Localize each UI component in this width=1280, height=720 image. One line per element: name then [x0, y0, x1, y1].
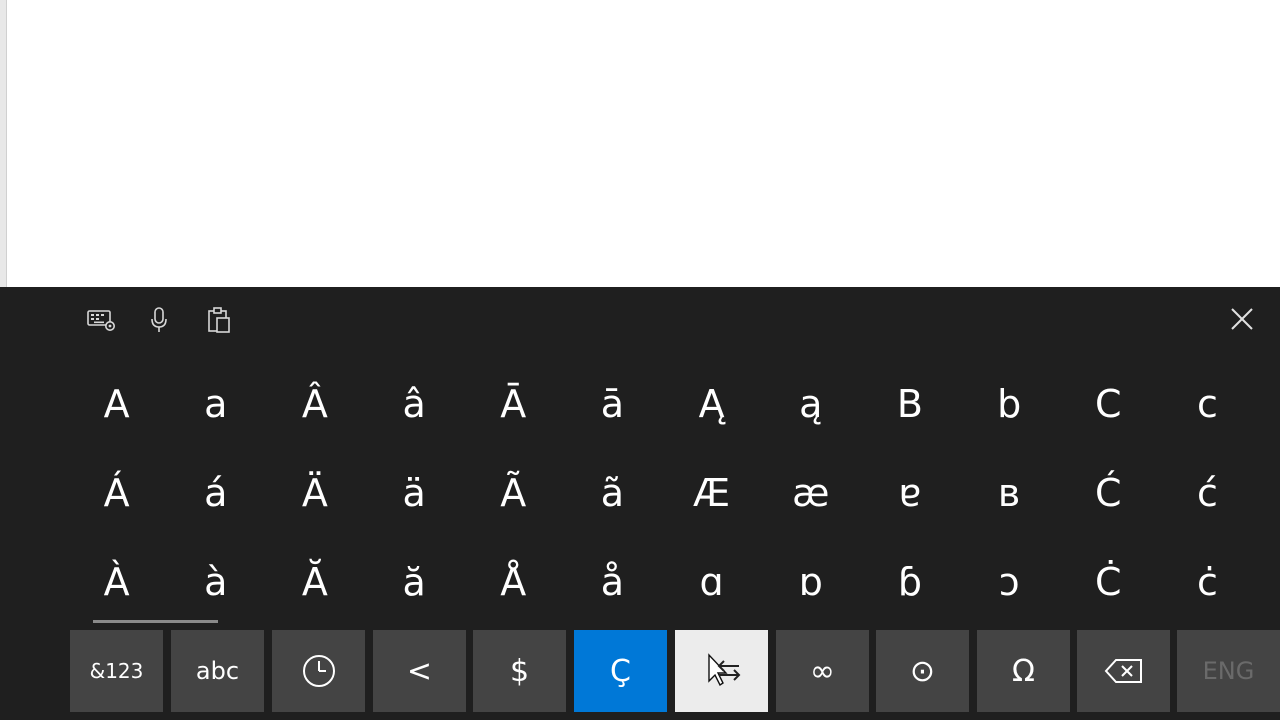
clock-icon — [302, 655, 335, 687]
char-key[interactable]: Ć — [1059, 448, 1158, 537]
circle-dot-key[interactable]: ⊙ — [876, 630, 969, 712]
char-key[interactable]: ą — [761, 359, 860, 448]
char-key[interactable]: Â — [265, 359, 364, 448]
keyboard-settings-icon[interactable] — [84, 305, 118, 335]
character-grid: A a Â â Ā ā Ą ą B b C c Á á Ä ä Ã ã Æ æ … — [67, 359, 1257, 625]
char-key[interactable]: Å — [464, 537, 563, 626]
char-key[interactable]: À — [67, 537, 166, 626]
char-key[interactable]: a — [166, 359, 265, 448]
close-icon — [1231, 308, 1253, 330]
char-key[interactable]: Ą — [662, 359, 761, 448]
dollar-key[interactable]: $ — [473, 630, 566, 712]
window-edge — [0, 0, 7, 287]
char-key[interactable]: ɑ — [662, 537, 761, 626]
char-key[interactable]: Ã — [464, 448, 563, 537]
page-indicator — [93, 620, 218, 623]
touch-keyboard: A a Â â Ā ā Ą ą B b C c Á á Ä ä Ã ã Æ æ … — [0, 287, 1280, 720]
microphone-icon[interactable] — [142, 305, 176, 335]
char-key[interactable]: Ä — [265, 448, 364, 537]
char-key[interactable]: â — [365, 359, 464, 448]
char-key[interactable]: ă — [365, 537, 464, 626]
char-key[interactable]: c — [1158, 359, 1257, 448]
clipboard-icon[interactable] — [202, 305, 236, 335]
char-key[interactable]: Ċ — [1059, 537, 1158, 626]
less-than-key[interactable]: < — [373, 630, 466, 712]
char-key[interactable]: ɔ — [960, 537, 1059, 626]
char-key[interactable]: b — [960, 359, 1059, 448]
char-key[interactable]: ċ — [1158, 537, 1257, 626]
language-key[interactable]: ENG — [1177, 630, 1280, 712]
close-keyboard-button[interactable] — [1226, 303, 1258, 335]
char-key[interactable]: Ā — [464, 359, 563, 448]
char-key[interactable]: ā — [563, 359, 662, 448]
numbers-key[interactable]: &123 — [70, 630, 163, 712]
char-key[interactable]: æ — [761, 448, 860, 537]
char-key[interactable]: B — [860, 359, 959, 448]
char-key[interactable]: Æ — [662, 448, 761, 537]
char-key[interactable]: ä — [365, 448, 464, 537]
infinity-key[interactable]: ∞ — [776, 630, 869, 712]
char-key[interactable]: ɒ — [761, 537, 860, 626]
keyboard-bottom-row: &123 abc < $ Ç ∞ ⊙ Ω ENG — [70, 630, 1280, 712]
char-key[interactable]: à — [166, 537, 265, 626]
char-key[interactable]: C — [1059, 359, 1158, 448]
char-key[interactable]: å — [563, 537, 662, 626]
char-key[interactable]: Ă — [265, 537, 364, 626]
char-row-1: A a Â â Ā ā Ą ą B b C c — [67, 359, 1257, 448]
c-cedilla-key[interactable]: Ç — [574, 630, 667, 712]
backspace-key[interactable] — [1077, 630, 1170, 712]
char-key[interactable]: в — [960, 448, 1059, 537]
char-key[interactable]: á — [166, 448, 265, 537]
char-key[interactable]: ć — [1158, 448, 1257, 537]
backspace-icon — [1104, 659, 1142, 683]
char-key[interactable]: A — [67, 359, 166, 448]
char-key[interactable]: Á — [67, 448, 166, 537]
omega-key[interactable]: Ω — [977, 630, 1070, 712]
swap-arrows-icon — [707, 653, 740, 687]
abc-key[interactable]: abc — [171, 630, 264, 712]
char-key[interactable]: ɓ — [860, 537, 959, 626]
char-key[interactable]: ɐ — [860, 448, 959, 537]
char-key[interactable]: ã — [563, 448, 662, 537]
app-content-area[interactable] — [0, 0, 1280, 287]
swap-key[interactable] — [675, 630, 768, 712]
char-row-2: Á á Ä ä Ã ã Æ æ ɐ в Ć ć — [67, 448, 1257, 537]
keyboard-toolbar — [0, 287, 1280, 353]
recent-key[interactable] — [272, 630, 365, 712]
char-row-3: À à Ă ă Å å ɑ ɒ ɓ ɔ Ċ ċ — [67, 537, 1257, 626]
